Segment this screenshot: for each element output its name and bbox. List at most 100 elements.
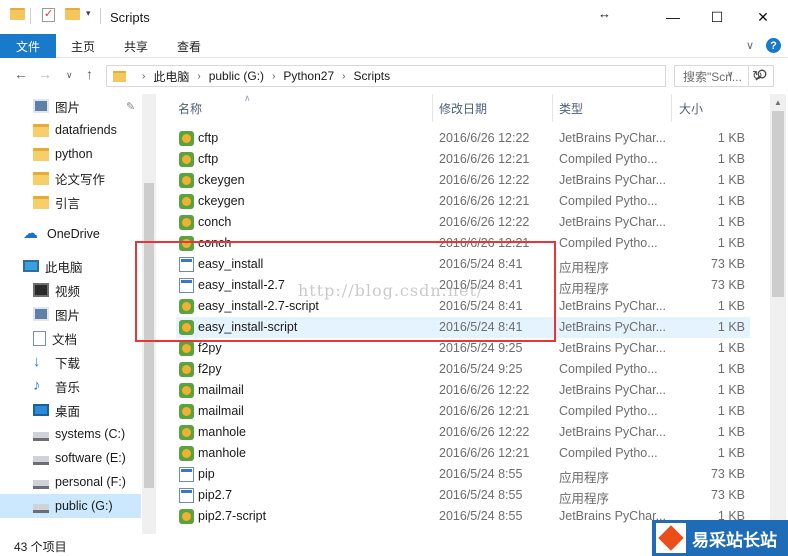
file-row[interactable]: ckeygen 2016/6/26 12:21 Compiled Pytho... 1… bbox=[176, 191, 750, 212]
desktop-icon bbox=[33, 404, 49, 416]
file-size: 1 KB bbox=[717, 236, 745, 250]
file-row[interactable]: ckeygen 2016/6/26 12:22 JetBrains PyChar..… bbox=[176, 170, 750, 191]
file-size: 73 KB bbox=[710, 488, 745, 502]
ribbon: 文件 主页 共享 查看 ∨ ? bbox=[0, 34, 788, 58]
sidebar-item-label: 文档 bbox=[52, 332, 78, 347]
sidebar-item-label: python bbox=[55, 147, 93, 161]
help-icon[interactable]: ? bbox=[766, 38, 781, 53]
properties-icon[interactable] bbox=[42, 7, 55, 22]
file-size: 73 KB bbox=[710, 278, 745, 292]
sidebar-item-documents[interactable]: 文档 bbox=[0, 326, 141, 350]
sidebar-item-downloads[interactable]: ↓ 下载 bbox=[0, 350, 141, 374]
sidebar-item-drive-c[interactable]: systems (C:) bbox=[0, 422, 141, 446]
title-bar: ▾ Scripts ↔ — ☐ ✕ bbox=[0, 0, 788, 34]
cloud-icon: ☁ bbox=[23, 225, 38, 242]
search-input[interactable]: 搜索"Scri... bbox=[674, 65, 774, 87]
tab-file[interactable]: 文件 bbox=[0, 34, 56, 58]
breadcrumb-separator[interactable]: › bbox=[197, 71, 200, 82]
file-name: conch bbox=[198, 215, 232, 229]
sidebar-item-pictures[interactable]: 图片 bbox=[0, 302, 141, 326]
pin-icon[interactable]: ✎ bbox=[126, 100, 135, 113]
drive-icon bbox=[33, 456, 49, 465]
file-type: 应用程序 bbox=[559, 261, 610, 275]
breadcrumb-public-drive[interactable]: public (G:) bbox=[209, 69, 264, 83]
column-header-type[interactable]: 类型 bbox=[559, 94, 583, 122]
new-folder-icon[interactable] bbox=[65, 8, 80, 20]
tab-view[interactable]: 查看 bbox=[177, 34, 201, 58]
maximize-button[interactable]: ☐ bbox=[694, 0, 740, 34]
file-row[interactable]: pip2.7 2016/5/24 8:55 应用程序 73 KB bbox=[176, 485, 750, 506]
breadcrumb-python27[interactable]: Python27 bbox=[283, 69, 334, 83]
sidebar-item-datafriends[interactable]: datafriends bbox=[0, 118, 141, 142]
sidebar-item-label: 桌面 bbox=[55, 404, 81, 419]
sidebar-item-pictures-pinned[interactable]: 图片 ✎ bbox=[0, 94, 141, 118]
column-header-name[interactable]: 名称 bbox=[178, 94, 202, 122]
drive-icon bbox=[33, 432, 49, 441]
column-divider[interactable] bbox=[671, 94, 672, 122]
python-file-icon bbox=[179, 173, 194, 188]
file-date: 2016/5/24 9:25 bbox=[439, 362, 523, 376]
sidebar-item-videos[interactable]: 视频 bbox=[0, 278, 141, 302]
file-row[interactable]: manhole 2016/6/26 12:21 Compiled Pytho... 1… bbox=[176, 443, 750, 464]
breadcrumb-this-pc[interactable]: 此电脑 bbox=[153, 68, 189, 85]
python-file-icon bbox=[179, 341, 194, 356]
breadcrumb-separator[interactable]: › bbox=[272, 71, 275, 82]
sidebar-item-drive-f[interactable]: personal (F:) bbox=[0, 470, 141, 494]
file-row[interactable]: mailmail 2016/6/26 12:22 JetBrains PyChar.… bbox=[176, 380, 750, 401]
breadcrumb-scripts[interactable]: Scripts bbox=[353, 69, 390, 83]
file-name: pip2.7-script bbox=[198, 509, 267, 523]
file-row[interactable]: manhole 2016/6/26 12:22 JetBrains PyChar..… bbox=[176, 422, 750, 443]
column-header-date[interactable]: 修改日期 bbox=[439, 94, 487, 122]
video-icon bbox=[33, 283, 49, 297]
folder-icon bbox=[33, 171, 49, 185]
file-date: 2016/6/26 12:21 bbox=[439, 446, 530, 460]
close-button[interactable]: ✕ bbox=[740, 0, 786, 34]
sidebar-item-python[interactable]: python bbox=[0, 142, 141, 166]
minimize-button[interactable]: — bbox=[650, 0, 696, 34]
column-header-size[interactable]: 大小 bbox=[679, 94, 703, 122]
scroll-up-icon[interactable]: ▲ bbox=[774, 98, 782, 107]
file-list-scroll-thumb[interactable] bbox=[772, 111, 784, 297]
sidebar-item-desktop[interactable]: 桌面 bbox=[0, 398, 141, 422]
file-row[interactable]: cftp 2016/6/26 12:22 JetBrains PyChar... 1 … bbox=[176, 128, 750, 149]
sidebar-item-music[interactable]: ♪ 音乐 bbox=[0, 374, 141, 398]
music-icon: ♪ bbox=[33, 377, 41, 394]
sidebar-item-this-pc[interactable]: 此电脑 bbox=[0, 254, 141, 278]
computer-icon bbox=[23, 260, 39, 272]
tab-share[interactable]: 共享 bbox=[124, 34, 148, 58]
breadcrumb-separator[interactable]: › bbox=[342, 71, 345, 82]
recent-locations-icon[interactable]: ∨ bbox=[66, 70, 73, 81]
file-row[interactable]: pip 2016/5/24 8:55 应用程序 73 KB bbox=[176, 464, 750, 485]
file-name: manhole bbox=[198, 425, 246, 439]
file-row[interactable]: mailmail 2016/6/26 12:21 Compiled Pytho...… bbox=[176, 401, 750, 422]
address-bar[interactable]: › 此电脑 › public (G:) › Python27 › Scripts… bbox=[106, 65, 763, 87]
column-divider[interactable] bbox=[432, 94, 433, 122]
sidebar-item-onedrive[interactable]: ☁ OneDrive bbox=[0, 222, 141, 246]
sidebar-item-intro[interactable]: 引言 bbox=[0, 190, 141, 214]
application-icon bbox=[179, 467, 194, 482]
file-row[interactable]: conch 2016/6/26 12:22 JetBrains PyChar... 1… bbox=[176, 212, 750, 233]
file-type: JetBrains PyChar... bbox=[559, 383, 665, 397]
forward-button[interactable]: → bbox=[38, 66, 52, 82]
search-icon[interactable] bbox=[755, 69, 767, 84]
document-icon bbox=[33, 330, 46, 346]
sidebar-item-drive-g[interactable]: public (G:) bbox=[0, 494, 141, 518]
file-type: JetBrains PyChar... bbox=[559, 173, 665, 187]
column-divider[interactable] bbox=[552, 94, 553, 122]
tab-home[interactable]: 主页 bbox=[71, 34, 95, 58]
file-size: 1 KB bbox=[717, 383, 745, 397]
up-button[interactable]: ↑ bbox=[86, 66, 93, 82]
sidebar-item-thesis[interactable]: 论文写作 bbox=[0, 166, 141, 190]
file-row[interactable]: f2py 2016/5/24 9:25 Compiled Pytho... 1 KB bbox=[176, 359, 750, 380]
column-header-label: 大小 bbox=[679, 101, 704, 116]
sidebar-item-drive-e[interactable]: software (E:) bbox=[0, 446, 141, 470]
navigation-bar: ← → ∨ ↑ › 此电脑 › public (G:) › Python27 ›… bbox=[0, 58, 788, 94]
expand-ribbon-icon[interactable]: ∨ bbox=[746, 39, 754, 52]
file-row[interactable]: cftp 2016/6/26 12:21 Compiled Pytho... 1 KB bbox=[176, 149, 750, 170]
file-type: JetBrains PyChar... bbox=[559, 131, 665, 145]
folder-icon bbox=[113, 70, 126, 82]
back-button[interactable]: ← bbox=[14, 66, 28, 82]
folder-icon bbox=[10, 8, 25, 20]
customize-quick-access-icon[interactable]: ▾ bbox=[86, 8, 91, 19]
file-size: 1 KB bbox=[717, 299, 745, 313]
